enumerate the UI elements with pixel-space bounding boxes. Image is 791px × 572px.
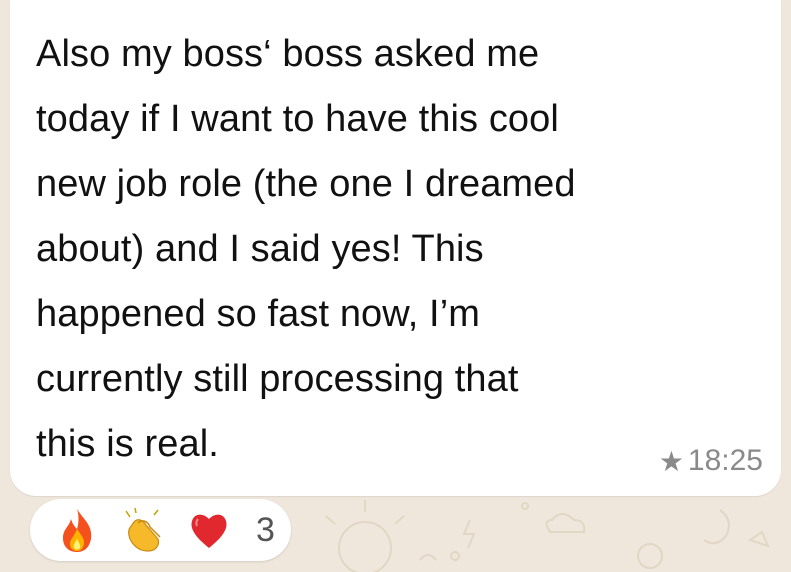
message-line: currently still processing that [36,358,519,400]
message-meta: ★ 18:25 [659,444,763,478]
message-line: happened so fast now, I’m [36,293,481,335]
star-icon: ★ [658,445,684,477]
message-line: Also my boss‘ boss asked me [36,33,540,75]
message-line: about) and I said yes! This [36,228,484,270]
message-line: today if I want to have this cool [36,98,559,140]
fire-icon[interactable] [54,507,100,553]
red-heart-icon[interactable] [186,507,232,553]
message-line: new job role (the one I dreamed [36,163,576,205]
reactions-bar[interactable]: 3 [30,499,291,561]
clapping-hands-icon[interactable] [120,507,166,553]
message-bubble[interactable]: Also my boss‘ boss asked me today if I w… [10,0,781,496]
message-line: this is real. [36,423,219,465]
reaction-count: 3 [256,510,275,549]
message-text: Also my boss‘ boss asked me today if I w… [36,22,736,477]
message-time: 18:25 [687,444,763,477]
